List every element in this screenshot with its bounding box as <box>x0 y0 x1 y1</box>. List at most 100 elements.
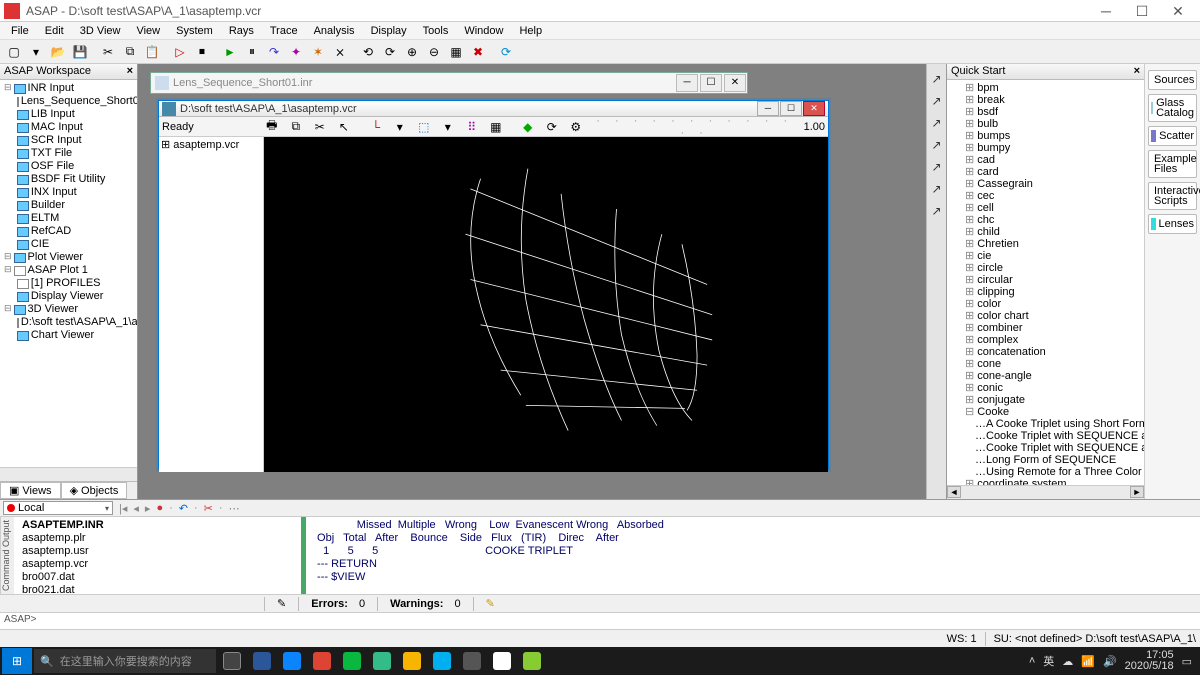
menu-display[interactable]: Display <box>364 24 414 38</box>
qs-item[interactable]: ⊞ coordinate system <box>953 478 1142 485</box>
rbtn-is[interactable]: Interactive Scripts <box>1148 182 1197 210</box>
app-icon[interactable] <box>428 648 456 674</box>
command-line[interactable]: ASAP> <box>0 612 1200 629</box>
tree-item[interactable]: LIB Input <box>2 108 135 121</box>
minimize-button[interactable]: ─ <box>1088 1 1124 21</box>
file-item[interactable]: bro021.dat <box>22 584 293 594</box>
lang-indicator[interactable]: 英 <box>1043 653 1054 669</box>
file-item[interactable]: asaptemp.usr <box>22 545 293 558</box>
tree-item[interactable]: [1] PROFILES <box>2 277 135 290</box>
arrow-tool-icon[interactable]: ↗ <box>929 94 945 110</box>
arrow-tool-icon[interactable]: ↗ <box>929 138 945 154</box>
viewer-slider[interactable]: · · · · · · · · · · · · · <box>590 115 800 139</box>
vt-drop-icon[interactable]: ▾ <box>390 117 410 137</box>
qs-item[interactable]: ⊞ cad <box>953 154 1142 166</box>
save-icon[interactable]: 💾 <box>70 42 90 62</box>
app-icon[interactable] <box>458 648 486 674</box>
console-output[interactable]: Missed Multiple Wrong Low Evanescent Wro… <box>306 517 1200 594</box>
qs-item[interactable]: ⊞ conjugate <box>953 394 1142 406</box>
qs-item[interactable]: ⊞ bulb <box>953 118 1142 130</box>
tree-item[interactable]: Builder <box>2 199 135 212</box>
paste-icon[interactable]: 📋 <box>142 42 162 62</box>
nav-undo-icon[interactable]: ↶ <box>179 502 188 515</box>
file-item[interactable]: ASAPTEMP.INR <box>22 519 293 532</box>
nav-prev-icon[interactable]: ◂ <box>133 502 139 515</box>
qs-item[interactable]: ⊞ conic <box>953 382 1142 394</box>
arrow-tool-icon[interactable]: ↗ <box>929 116 945 132</box>
edit-icon[interactable]: ✎ <box>277 597 286 610</box>
tray-cloud-icon[interactable]: ☁ <box>1062 655 1073 668</box>
qs-item[interactable]: ⊞ break <box>953 94 1142 106</box>
tree-item[interactable]: BSDF Fit Utility <box>2 173 135 186</box>
tree-item[interactable]: ELTM <box>2 212 135 225</box>
qs-item[interactable]: ⊞ cone-angle <box>953 370 1142 382</box>
qs-item[interactable]: ⊞ Cassegrain <box>953 178 1142 190</box>
vt-axis-icon[interactable]: └ <box>366 117 386 137</box>
open-icon[interactable]: 📂 <box>48 42 68 62</box>
qs-item[interactable]: ⊞ color chart <box>953 310 1142 322</box>
back-icon[interactable]: ⟲ <box>358 42 378 62</box>
lens-window[interactable]: Lens_Sequence_Short01.inr ─ ☐ ✕ <box>150 72 748 94</box>
rbtn-src[interactable]: Sources <box>1148 70 1197 90</box>
quickstart-close-icon[interactable]: × <box>1134 65 1140 78</box>
scroll-left-icon[interactable]: ◄ <box>947 486 961 498</box>
menu-rays[interactable]: Rays <box>222 24 261 38</box>
vt-play-icon[interactable]: ◆ <box>518 117 538 137</box>
system-tray[interactable]: ˄ 英 ☁ 📶 🔊 17:05 2020/5/18 ▭ <box>1029 650 1198 672</box>
trace-icon[interactable]: ✦ <box>286 42 306 62</box>
close-button[interactable]: ✕ <box>1160 1 1196 21</box>
vt-print-icon[interactable]: 🖶 <box>262 117 282 137</box>
qs-item[interactable]: ⊞ Chretien <box>953 238 1142 250</box>
zoom-out-icon[interactable]: ⊖ <box>424 42 444 62</box>
tab-objects[interactable]: ◈Objects <box>61 482 128 499</box>
start-button[interactable]: ⊞ <box>2 648 32 674</box>
refresh-icon[interactable]: ⟳ <box>496 42 516 62</box>
vt-fit-icon[interactable]: ⬚ <box>414 117 434 137</box>
rbtn-sc[interactable]: Scatter <box>1148 126 1197 146</box>
viewer-window[interactable]: D:\soft test\ASAP\A_1\asaptemp.vcr ─ ☐ ✕… <box>158 100 829 470</box>
ray-icon[interactable]: ✶ <box>308 42 328 62</box>
vt-pane-icon[interactable]: ▦ <box>486 117 506 137</box>
app-icon[interactable] <box>338 648 366 674</box>
tray-net-icon[interactable]: 📶 <box>1081 655 1095 668</box>
qs-item-cooke[interactable]: ⊟ Cooke <box>953 406 1142 418</box>
copy-icon[interactable]: ⧉ <box>120 42 140 62</box>
nav-next-icon[interactable]: ▸ <box>145 502 151 515</box>
qs-item[interactable]: ⊞ combiner <box>953 322 1142 334</box>
tree-item[interactable]: ⊟INR Input <box>2 82 135 95</box>
qs-subitem[interactable]: …Using Remote for a Three Color Trace <box>953 466 1142 478</box>
tree-item[interactable]: INX Input <box>2 186 135 199</box>
tree-item[interactable]: ⊟3D Viewer <box>2 303 135 316</box>
viewer-canvas[interactable] <box>264 137 828 472</box>
menu-view[interactable]: View <box>129 24 167 38</box>
menu-file[interactable]: File <box>4 24 36 38</box>
arrow-tool-icon[interactable]: ↗ <box>929 72 945 88</box>
nav-stop-icon[interactable]: ● <box>156 502 163 515</box>
vt-arrow-icon[interactable]: ↖ <box>334 117 354 137</box>
qs-scrollbar[interactable]: ◄ ► <box>947 485 1144 499</box>
app-icon[interactable] <box>368 648 396 674</box>
vt-drop2-icon[interactable]: ▾ <box>438 117 458 137</box>
menu-tools[interactable]: Tools <box>416 24 456 38</box>
tab-views[interactable]: ▣Views <box>0 482 61 499</box>
vt-loop-icon[interactable]: ⟳ <box>542 117 562 137</box>
tree-item[interactable]: Lens_Sequence_Short01.inr <box>2 95 135 108</box>
lens-min-button[interactable]: ─ <box>676 74 698 92</box>
qs-subitem[interactable]: …Cooke Triplet with SEQUENCE and EXPLO <box>953 442 1142 454</box>
qs-item[interactable]: ⊞ color <box>953 298 1142 310</box>
file-list[interactable]: ASAPTEMP.INR asaptemp.plr asaptemp.usr a… <box>14 517 301 594</box>
vt-grid-icon[interactable]: ⠿ <box>462 117 482 137</box>
file-item[interactable]: asaptemp.plr <box>22 532 293 545</box>
arrow-tool-icon[interactable]: ↗ <box>929 182 945 198</box>
app-icon[interactable] <box>518 648 546 674</box>
lens-max-button[interactable]: ☐ <box>700 74 722 92</box>
qs-item[interactable]: ⊞ cie <box>953 250 1142 262</box>
qs-item[interactable]: ⊞ circular <box>953 274 1142 286</box>
viewer-tree-root[interactable]: asaptemp.vcr <box>173 139 239 151</box>
fwd-icon[interactable]: ⟳ <box>380 42 400 62</box>
clock[interactable]: 17:05 2020/5/18 <box>1125 650 1174 672</box>
new-icon[interactable]: ▢ <box>4 42 24 62</box>
arrow-tool-icon[interactable]: ↗ <box>929 204 945 220</box>
qs-item[interactable]: ⊞ chc <box>953 214 1142 226</box>
qs-item[interactable]: ⊞ complex <box>953 334 1142 346</box>
